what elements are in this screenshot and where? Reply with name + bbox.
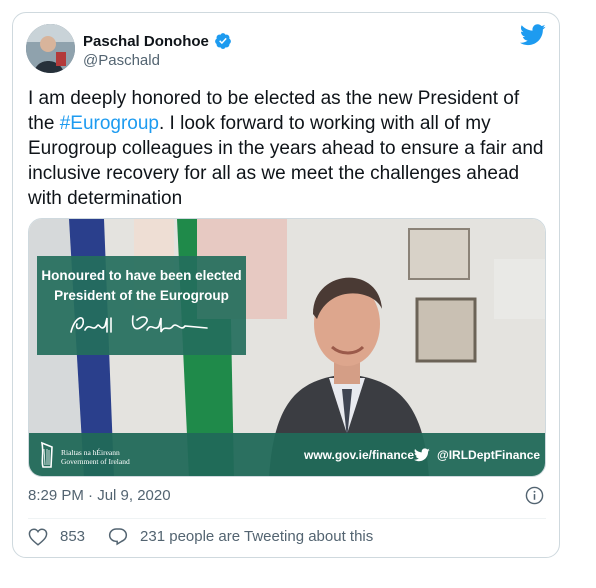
gov-text-english: Government of Ireland [61, 457, 130, 466]
media-footer-band: Rialtas na hÉireann Government of Irelan… [29, 433, 545, 476]
dept-twitter-handle: @IRLDeptFinance [437, 448, 541, 462]
author-name[interactable]: Paschal Donohoe [83, 33, 209, 50]
divider [28, 518, 546, 519]
announcement-box: Honoured to have been elected President … [37, 256, 246, 355]
tweet-timestamp[interactable]: 8:29 PM · Jul 9, 2020 [28, 487, 171, 504]
tweet-actions: 853 231 people are Tweeting about this [28, 527, 373, 546]
avatar[interactable] [26, 24, 75, 73]
twitter-bird-icon [414, 448, 430, 462]
announcement-line-2: President of the Eurogroup [54, 288, 229, 303]
conversation-text: 231 people are Tweeting about this [140, 528, 374, 545]
tweet-text: I am deeply honored to be elected as the… [28, 86, 548, 211]
twitter-bird-icon[interactable] [520, 24, 546, 46]
info-icon[interactable] [525, 486, 544, 505]
website-text: www.gov.ie/finance [304, 448, 415, 462]
tweet-card[interactable]: Paschal Donohoe @Paschald I am deeply ho… [12, 12, 560, 558]
verified-badge-icon [214, 33, 231, 49]
signature-image [70, 315, 208, 333]
harp-icon [40, 441, 53, 468]
hashtag-link[interactable]: #Eurogroup [60, 113, 159, 134]
tweet-media-image[interactable]: Honoured to have been elected President … [28, 218, 546, 477]
heart-icon [28, 527, 48, 546]
announcement-line-1: Honoured to have been elected [41, 268, 242, 283]
author-handle[interactable]: @Paschald [83, 52, 160, 69]
gov-text-irish: Rialtas na hÉireann [61, 448, 120, 457]
conversation-link[interactable]: 231 people are Tweeting about this [85, 527, 373, 546]
like-button[interactable]: 853 [28, 527, 86, 546]
like-count: 853 [60, 528, 86, 545]
reply-bubble-icon [108, 528, 128, 546]
